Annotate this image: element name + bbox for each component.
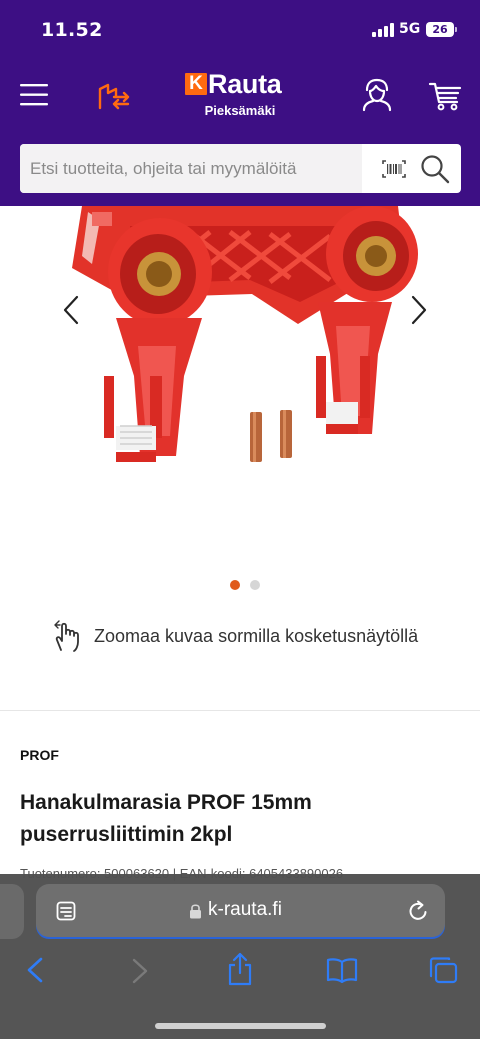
- logo-k-mark: K: [185, 73, 207, 95]
- site-header: 11.52 5G 26 K Rauta Pieksämäki: [0, 0, 480, 206]
- tabs-icon[interactable]: [428, 956, 458, 984]
- next-image-button[interactable]: [410, 295, 428, 325]
- url-text[interactable]: k-rauta.fi: [208, 899, 282, 921]
- cart-icon[interactable]: [428, 81, 462, 111]
- store-switch-icon[interactable]: [97, 81, 130, 111]
- forward-icon[interactable]: [131, 958, 149, 984]
- signal-icon: [372, 23, 394, 37]
- status-time: 11.52: [41, 19, 103, 41]
- previous-image-button[interactable]: [62, 295, 80, 325]
- lock-icon: [190, 904, 201, 919]
- product-image: [72, 206, 418, 462]
- pinch-zoom-icon: [54, 620, 79, 652]
- menu-icon[interactable]: [20, 82, 49, 108]
- account-icon[interactable]: [361, 78, 393, 112]
- section-divider: [0, 710, 480, 711]
- back-icon[interactable]: [26, 957, 44, 983]
- product-brand[interactable]: PROF: [20, 747, 59, 763]
- home-indicator: [155, 1023, 326, 1029]
- barcode-icon[interactable]: [382, 160, 406, 178]
- network-label: 5G: [399, 21, 421, 37]
- search-input[interactable]: [20, 144, 362, 193]
- gallery-dot[interactable]: [230, 580, 240, 590]
- search-bar: [20, 144, 461, 193]
- status-bar: 11.52 5G 26: [0, 0, 480, 60]
- share-icon[interactable]: [227, 952, 253, 986]
- previous-tab-preview[interactable]: [0, 884, 24, 939]
- product-title: Hanakulmarasia PROF 15mm puserrusliittim…: [20, 791, 312, 846]
- gallery-dot[interactable]: [250, 580, 260, 590]
- product-image-gallery[interactable]: [0, 206, 480, 576]
- page-settings-icon[interactable]: [56, 901, 76, 921]
- zoom-hint-text: Zoomaa kuvaa sormilla kosketusnäytöllä: [94, 626, 419, 646]
- reload-icon[interactable]: [407, 900, 429, 922]
- battery-tip: [455, 27, 457, 32]
- battery-icon: 26: [426, 22, 454, 37]
- bookmarks-icon[interactable]: [326, 957, 358, 983]
- search-icon[interactable]: [420, 154, 450, 184]
- k-rauta-logo[interactable]: K Rauta Pieksämäki: [185, 69, 300, 120]
- store-name[interactable]: Pieksämäki: [185, 103, 295, 118]
- gallery-pagination: [0, 580, 480, 590]
- logo-wordmark: Rauta: [208, 69, 282, 99]
